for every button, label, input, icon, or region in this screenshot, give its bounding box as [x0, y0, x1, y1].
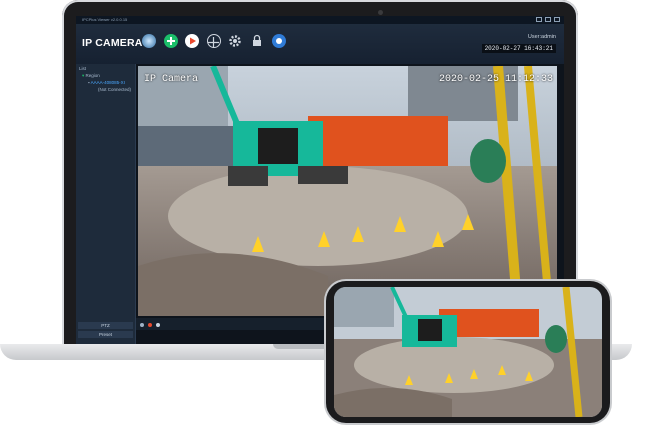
- app-brand: IP CAMERA: [82, 37, 143, 49]
- current-user: User:admin: [527, 34, 556, 40]
- folder-icon: ▾: [82, 73, 85, 78]
- minimize-icon[interactable]: [536, 17, 542, 22]
- osd-timestamp: 2020-02-25 11:12:33: [438, 74, 553, 85]
- tree-item-label: Region: [85, 73, 100, 78]
- device-sidebar: List ▾ Region ▪ AAAA-408085-XI (Not Conn…: [76, 64, 136, 344]
- datetime-display: 2020-02-27 16:43:21: [481, 44, 556, 53]
- sidebar-header: List: [79, 66, 87, 71]
- camera-feed[interactable]: IP Camera 2020-02-25 11:12:33: [138, 66, 557, 316]
- construction-site-image: [138, 66, 557, 316]
- camera-icon: ▪: [88, 80, 90, 85]
- playback-icon[interactable]: [185, 34, 199, 48]
- webcam-icon: [378, 10, 383, 15]
- window-title: IPCPlus Viewer v2.0.0.15: [82, 17, 128, 22]
- live-view-icon[interactable]: [142, 34, 156, 48]
- add-icon[interactable]: [164, 34, 178, 48]
- snapshot-icon[interactable]: [140, 323, 144, 327]
- tree-item-camera[interactable]: ▪ AAAA-408085-XI: [88, 80, 125, 85]
- tree-item-label: AAAA-408085-XI: [90, 80, 125, 85]
- audio-icon[interactable]: [156, 323, 160, 327]
- lock-icon[interactable]: [250, 34, 264, 48]
- phone-notch: [326, 319, 332, 375]
- settings-icon[interactable]: [228, 34, 242, 48]
- ptz-icon[interactable]: [207, 34, 221, 48]
- osd-camera-name: IP Camera: [144, 74, 199, 85]
- info-icon[interactable]: [272, 34, 286, 48]
- app-header: IP CAMERA User:admin 2020-02-27 16:43:21: [76, 24, 564, 64]
- phone-camera-feed[interactable]: [334, 287, 602, 417]
- ptz-button[interactable]: PTZ: [78, 322, 133, 329]
- phone-frame: [326, 281, 610, 423]
- record-icon[interactable]: [148, 323, 152, 327]
- window-titlebar: IPCPlus Viewer v2.0.0.15: [76, 16, 564, 24]
- maximize-icon[interactable]: [545, 17, 551, 22]
- tree-item-region[interactable]: ▾ Region: [82, 73, 100, 79]
- preset-button[interactable]: Preset: [78, 331, 133, 338]
- tree-item-status: (Not Connected): [98, 87, 132, 92]
- construction-site-image-mobile: [334, 287, 602, 417]
- close-icon[interactable]: [554, 17, 560, 22]
